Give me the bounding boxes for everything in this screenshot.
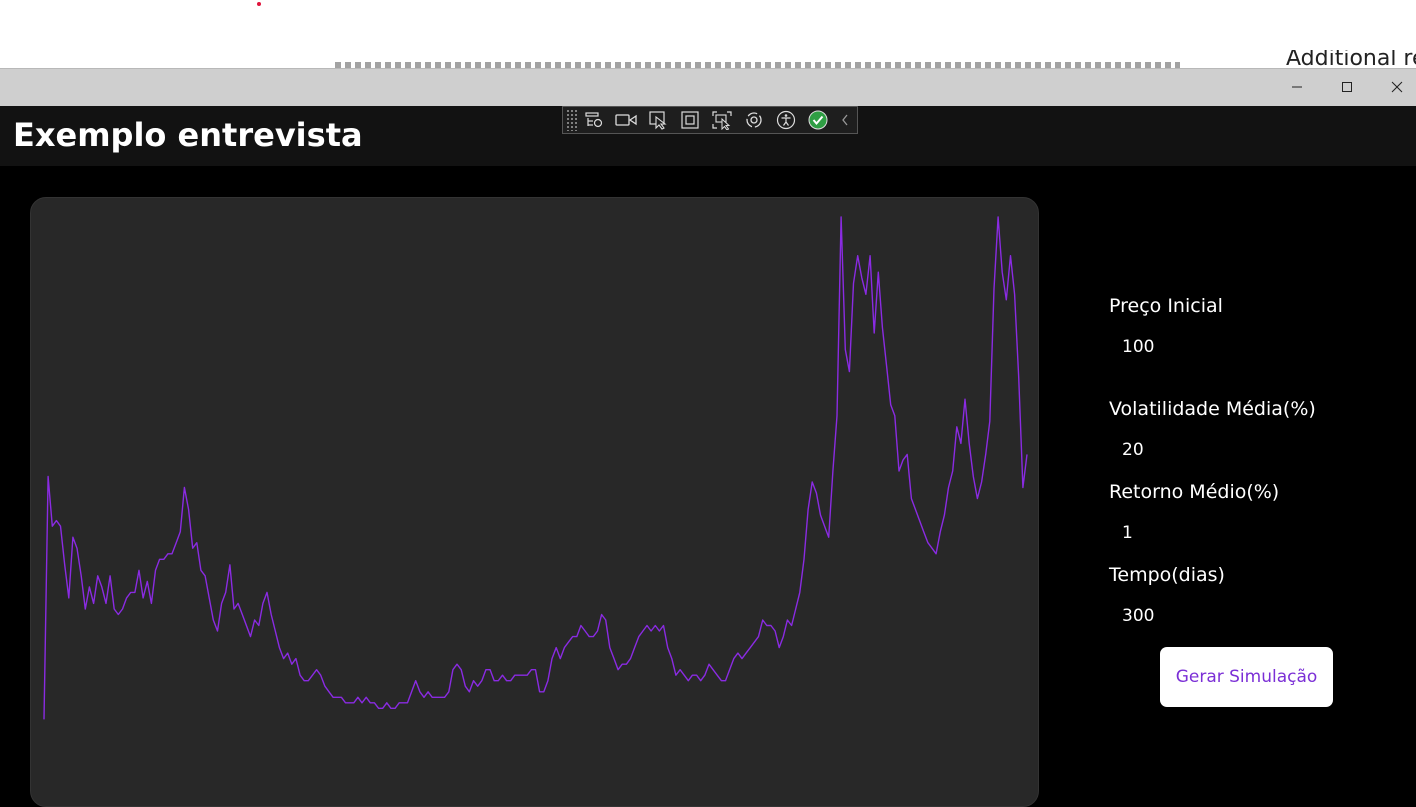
background-page [0, 0, 1416, 68]
initial-price-input[interactable] [1109, 331, 1339, 363]
binding-status-button[interactable] [802, 107, 834, 133]
minimize-icon [1292, 86, 1302, 88]
window-title-bar[interactable] [0, 68, 1416, 106]
accessibility-button[interactable] [770, 107, 802, 133]
select-element-icon [649, 111, 667, 130]
mean-return-label: Retorno Médio(%) [1109, 481, 1280, 503]
debug-toolbar [562, 106, 858, 134]
video-icon [615, 114, 637, 126]
track-focus-button[interactable] [706, 107, 738, 133]
chart-panel [30, 197, 1039, 807]
background-partial-text: Additional re [1286, 50, 1416, 68]
hot-reload-icon [746, 112, 762, 128]
display-layout-adorners-button[interactable] [674, 107, 706, 133]
mean-return-input[interactable] [1109, 517, 1339, 549]
accessibility-icon [776, 110, 796, 130]
video-button[interactable] [610, 107, 642, 133]
live-visual-tree-icon [585, 112, 603, 128]
hot-reload-button[interactable] [738, 107, 770, 133]
generate-simulation-button[interactable]: Gerar Simulação [1160, 647, 1333, 707]
track-focus-icon [712, 111, 732, 130]
minimize-button[interactable] [1272, 69, 1322, 105]
close-button[interactable] [1372, 69, 1416, 105]
drag-grip-icon[interactable] [566, 109, 578, 131]
maximize-icon [1342, 82, 1352, 92]
select-element-button[interactable] [642, 107, 674, 133]
volatility-input[interactable] [1109, 434, 1339, 466]
close-icon [1391, 81, 1403, 93]
background-dot [257, 2, 261, 6]
initial-price-label: Preço Inicial [1109, 295, 1223, 317]
volatility-label: Volatilidade Média(%) [1109, 398, 1316, 420]
display-layout-adorners-icon [681, 111, 699, 129]
checkmark-icon [808, 110, 828, 130]
price-simulation-chart [43, 216, 1028, 720]
collapse-toolbar-button[interactable] [834, 107, 856, 133]
time-days-label: Tempo(dias) [1109, 564, 1225, 586]
price-series-line [43, 216, 1028, 720]
live-visual-tree-button[interactable] [578, 107, 610, 133]
time-days-input[interactable] [1109, 600, 1339, 632]
page-title: Exemplo entrevista [13, 116, 363, 154]
maximize-button[interactable] [1322, 69, 1372, 105]
collapse-chevron-icon [842, 114, 848, 126]
